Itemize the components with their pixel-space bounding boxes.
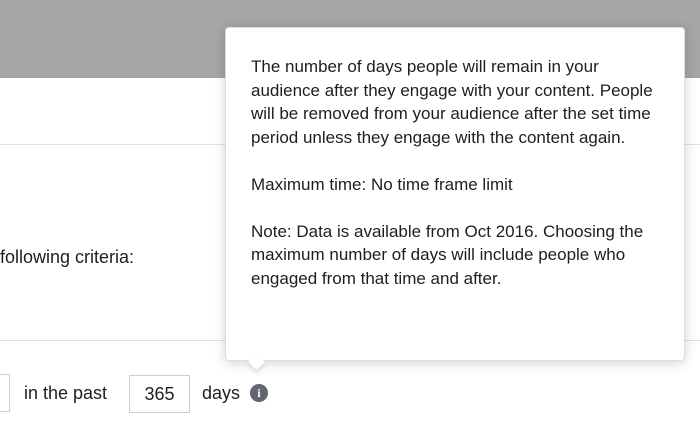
event-select-dropdown[interactable] xyxy=(0,374,10,412)
in-the-past-label: in the past xyxy=(24,383,108,403)
tooltip-note: Note: Data is available from Oct 2016. C… xyxy=(251,221,644,288)
retention-days-input[interactable] xyxy=(129,375,190,413)
tooltip-maximum-time: Maximum time: No time frame limit xyxy=(251,174,513,194)
retention-info-tooltip: The number of days people will remain in… xyxy=(225,27,685,361)
criteria-label: following criteria: xyxy=(0,247,135,267)
info-icon[interactable]: i xyxy=(250,384,268,402)
days-label: days xyxy=(202,383,241,403)
tooltip-description: The number of days people will remain in… xyxy=(251,57,653,147)
